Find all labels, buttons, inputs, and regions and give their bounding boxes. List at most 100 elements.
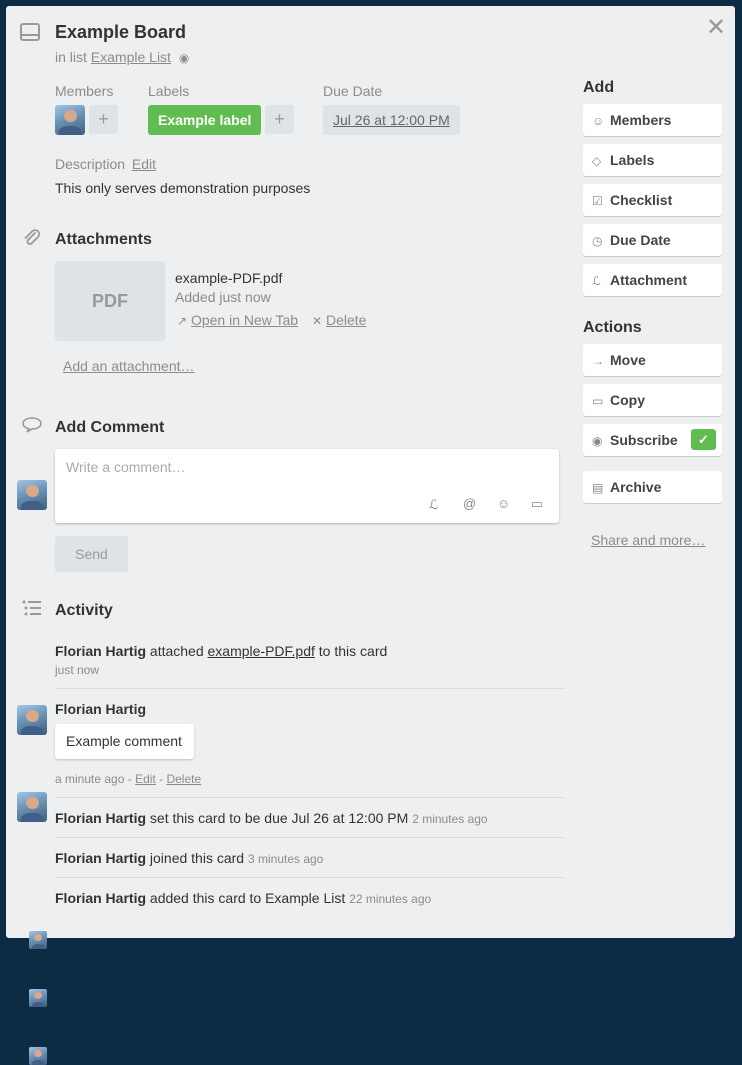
activity-user[interactable]: Florian Hartig [55,701,146,717]
comment-time: a minute ago [55,772,125,786]
attachment-delete-link[interactable]: ✕ Delete [312,312,366,328]
activity-user[interactable]: Florian Hartig [55,850,146,866]
watch-eye-icon: ◉ [178,51,190,65]
divider [55,837,565,838]
sidebar-due-date-button[interactable]: ◷ Due Date [583,224,722,256]
button-label: Move [610,352,646,368]
activity-avatar[interactable] [29,1047,47,1065]
activity-avatar[interactable] [29,989,47,1007]
checkmark-icon: ✓ [691,429,716,450]
activity-user[interactable]: Florian Hartig [55,890,146,906]
comment-card: Example comment [55,724,194,759]
comment-meta: a minute ago - Edit - Delete [55,772,201,786]
activity-item: Florian Hartig joined this card 3 minute… [55,850,323,866]
emoji-icon[interactable]: ☺ [497,496,510,511]
separator: - [159,772,164,786]
activity-avatar[interactable] [17,792,47,822]
attachment-thumbnail[interactable]: PDF [55,261,165,341]
button-label: Copy [610,392,645,408]
mention-icon[interactable]: @ [463,496,476,511]
activity-avatar[interactable] [17,705,47,735]
due-date-button[interactable]: Jul 26 at 12:00 PM [323,105,460,135]
activity-time: 3 minutes ago [247,852,324,866]
activity-item: Florian Hartig set this card to be due J… [55,810,488,826]
paperclip-icon [22,228,42,253]
attachments-heading: Attachments [55,231,152,248]
description-text: This only serves demonstration purposes [55,180,311,196]
divider [55,877,565,878]
add-comment-heading: Add Comment [55,419,165,436]
card-icon [20,23,40,46]
activity-text: set this card to be due Jul 26 at 12:00 … [149,810,409,826]
sidebar-move-button[interactable]: → Move [583,344,722,376]
share-and-more-link[interactable]: Share and more… [591,532,705,548]
activity-user[interactable]: Florian Hartig [55,810,146,826]
add-heading: Add [583,79,615,96]
description-edit-link[interactable]: Edit [132,156,156,172]
close-icon[interactable]: ✕ [706,16,726,40]
button-label: Archive [610,479,662,495]
clock-icon: ◷ [592,234,603,248]
button-label: Attachment [610,272,688,288]
x-icon: ✕ [312,314,323,328]
card-icon: ▭ [592,394,604,408]
activity-attachment-link[interactable]: example-PDF.pdf [208,643,315,659]
arrow-right-icon: → [592,354,604,368]
send-button[interactable]: Send [55,536,128,572]
add-attachment-link[interactable]: Add an attachment… [63,358,195,374]
button-label: Due Date [610,232,671,248]
comment-input[interactable]: Write a comment… ℒ @ ☺ ▭ [55,449,559,523]
attachment-open-link[interactable]: ↗ Open in New Tab [177,312,298,328]
card-detail-window: ✕ Example Board in list Example List ◉ M… [6,6,735,1065]
attachment-added-time: Added just now [175,289,271,305]
list-link[interactable]: Example List [91,49,171,65]
activity-item: Florian Hartig added this card to Exampl… [55,890,431,906]
divider [55,797,565,798]
activity-item: Florian Hartig attached example-PDF.pdf … [55,643,387,659]
list-icon [22,600,42,621]
activity-text: attached [149,643,204,659]
in-list-prefix: in list [55,49,87,65]
labels-heading: Labels [148,83,190,99]
speech-bubble-icon [21,416,43,439]
actions-heading: Actions [583,319,642,336]
list-breadcrumb: in list Example List ◉ [55,49,189,65]
add-label-button[interactable]: + [265,105,294,134]
button-label: Checklist [610,192,673,208]
activity-time: 22 minutes ago [349,892,432,906]
current-user-avatar [17,480,47,510]
separator: - [127,772,132,786]
button-label: Subscribe [610,432,678,448]
sidebar-subscribe-button[interactable]: ◉ Subscribe ✓ [583,424,722,456]
card-title[interactable]: Example Board [55,22,186,43]
due-date-heading: Due Date [323,83,383,99]
eye-icon: ◉ [592,434,603,448]
activity-text: to this card [318,643,388,659]
activity-avatar[interactable] [29,931,47,949]
button-label: Members [610,112,672,128]
activity-heading: Activity [55,602,113,619]
member-avatar[interactable] [55,105,85,135]
description-row: Description Edit [55,156,156,172]
sidebar-copy-button[interactable]: ▭ Copy [583,384,722,416]
comment-edit-link[interactable]: Edit [135,772,156,786]
sidebar-members-button[interactable]: ☺ Members [583,104,722,136]
sidebar-attachment-button[interactable]: ℒ Attachment [583,264,722,296]
paperclip-icon[interactable]: ℒ [429,497,438,513]
comment-delete-link[interactable]: Delete [166,772,201,786]
delete-label: Delete [325,312,367,328]
checkbox-icon: ☑ [592,194,603,208]
description-heading: Description [55,156,126,172]
card-icon[interactable]: ▭ [531,496,543,512]
sidebar-checklist-button[interactable]: ☑ Checklist [583,184,722,216]
card-label[interactable]: Example label [148,105,262,135]
sidebar-labels-button[interactable]: ◇ Labels [583,144,722,176]
external-link-icon: ↗ [177,314,188,328]
sidebar-archive-button[interactable]: ▤ Archive [583,471,722,503]
activity-user[interactable]: Florian Hartig [55,643,146,659]
tag-icon: ◇ [592,154,602,168]
open-in-new-tab-label: Open in New Tab [190,312,299,328]
paperclip-icon: ℒ [592,274,601,288]
archive-icon: ▤ [592,481,604,495]
add-member-button[interactable]: + [89,105,118,134]
